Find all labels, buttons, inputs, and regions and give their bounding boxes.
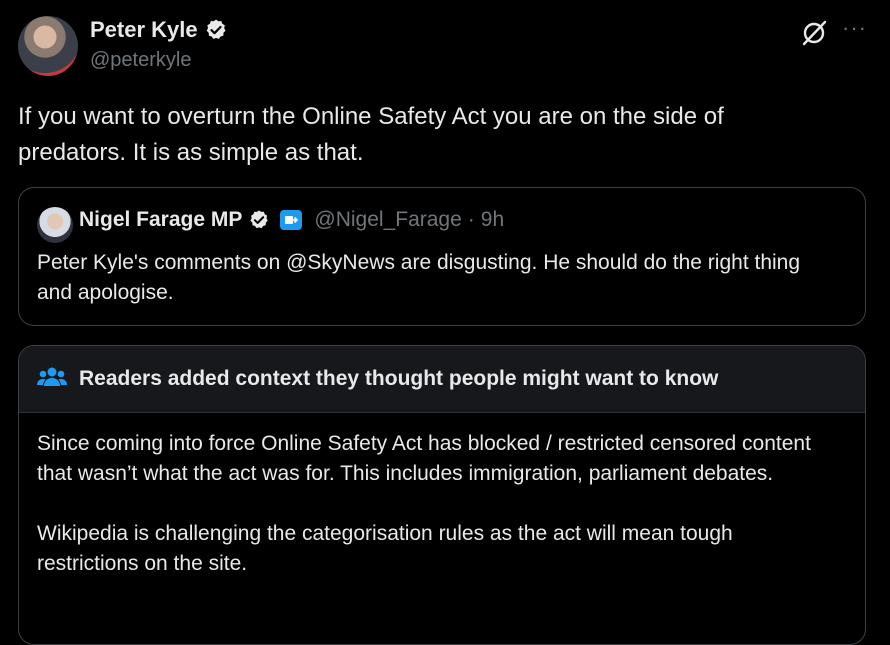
grok-icon[interactable] (800, 19, 828, 52)
author-name-row: Peter Kyle (90, 17, 228, 43)
community-note-header: Readers added context they thought peopl… (19, 346, 865, 413)
people-icon (37, 365, 67, 394)
author-display-name[interactable]: Peter Kyle (90, 17, 198, 43)
quoted-tweet[interactable]: Nigel Farage MP @Nigel_Farage · 9h Peter… (18, 187, 866, 326)
community-note-title: Readers added context they thought peopl… (79, 367, 719, 390)
tweet-text: If you want to overturn the Online Safet… (18, 103, 724, 166)
author-avatar[interactable] (18, 16, 78, 76)
quoted-author-handle[interactable]: @Nigel_Farage (314, 208, 461, 232)
verified-badge-icon[interactable] (204, 18, 228, 42)
quoted-tweet-text: Peter Kyle's comments on @SkyNews are di… (37, 251, 801, 304)
quoted-tweet-header: Nigel Farage MP @Nigel_Farage · 9h (79, 208, 504, 232)
quoted-author-display-name[interactable]: Nigel Farage MP (79, 208, 242, 232)
more-icon[interactable]: ··· (842, 17, 867, 39)
affiliation-badge-icon[interactable] (280, 210, 303, 230)
community-note[interactable]: Readers added context they thought peopl… (18, 345, 866, 645)
community-note-paragraph: Wikipedia is challenging the categorisat… (37, 522, 733, 575)
community-note-paragraph: Since coming into force Online Safety Ac… (37, 432, 811, 485)
verified-badge-icon[interactable] (248, 209, 270, 231)
quoted-tweet-time[interactable]: 9h (481, 208, 504, 232)
author-handle[interactable]: @peterkyle (90, 49, 191, 72)
separator-dot: · (467, 208, 475, 231)
community-note-body: Since coming into force Online Safety Ac… (37, 429, 837, 609)
quoted-author-avatar[interactable] (37, 207, 73, 243)
